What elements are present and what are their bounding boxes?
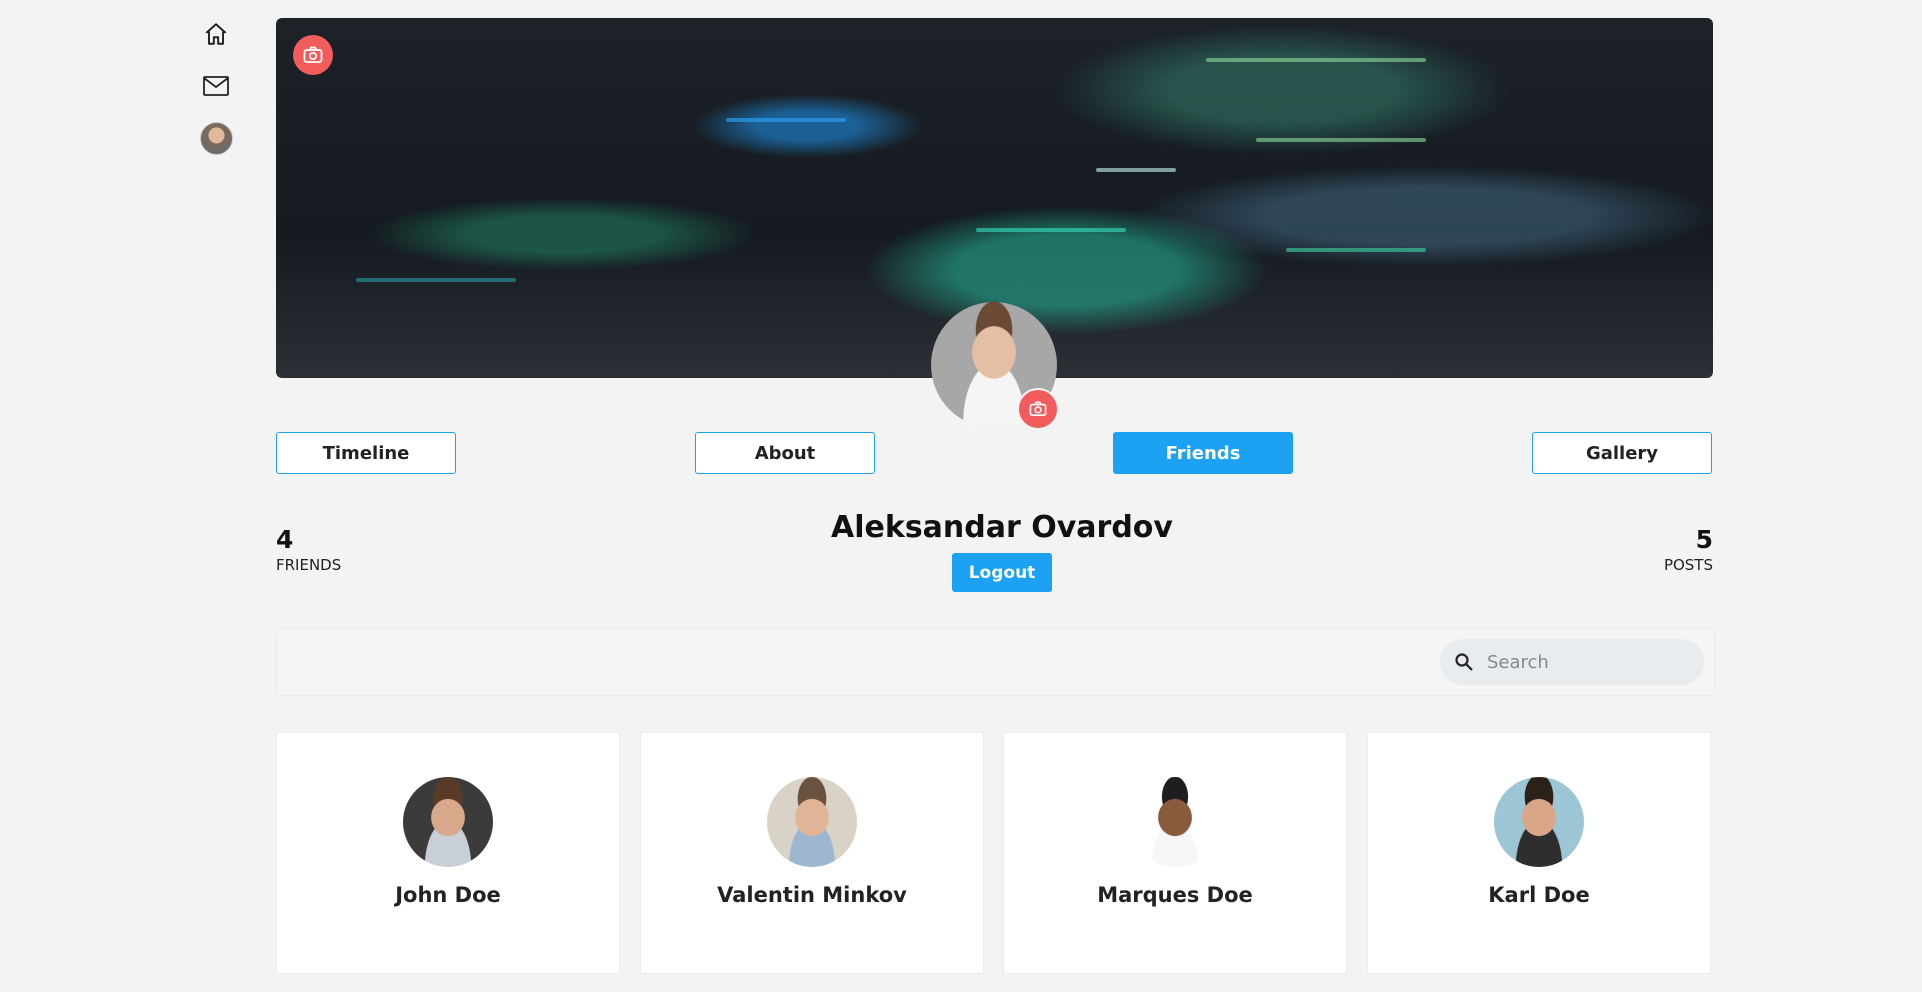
tab-about[interactable]: About: [695, 432, 875, 474]
friend-avatar: [1130, 777, 1220, 867]
tab-gallery[interactable]: Gallery: [1532, 432, 1712, 474]
search-box: [1440, 639, 1704, 685]
friend-card[interactable]: John Doe: [276, 732, 620, 974]
posts-stat: 5 POSTS: [1664, 525, 1713, 575]
friend-card[interactable]: Karl Doe: [1367, 732, 1711, 974]
friends-toolbar: [276, 628, 1715, 696]
friend-name: Valentin Minkov: [717, 883, 907, 907]
friends-count: 4: [276, 525, 294, 554]
friend-name: John Doe: [395, 883, 501, 907]
avatar[interactable]: [199, 122, 233, 155]
profile-picture-container: [931, 302, 1059, 430]
profile-name: Aleksandar Ovardov: [831, 510, 1173, 545]
friend-avatar: [403, 777, 493, 867]
tab-timeline[interactable]: Timeline: [276, 432, 456, 474]
profile-camera-button[interactable]: [1017, 388, 1059, 430]
posts-count: 5: [1695, 525, 1713, 554]
friend-card[interactable]: Marques Doe: [1003, 732, 1347, 974]
friends-stat: 4 FRIENDS: [276, 525, 341, 575]
friend-name: Marques Doe: [1097, 883, 1253, 907]
cover-camera-button[interactable]: [293, 35, 333, 75]
friend-card[interactable]: Valentin Minkov: [640, 732, 984, 974]
friend-avatar: [767, 777, 857, 867]
posts-label: POSTS: [1663, 556, 1713, 574]
home-icon[interactable]: [200, 18, 232, 50]
friend-avatar: [1494, 777, 1584, 867]
search-input[interactable]: [1485, 650, 1689, 674]
mail-icon[interactable]: [200, 70, 232, 102]
friend-name: Karl Doe: [1488, 883, 1590, 907]
tab-friends[interactable]: Friends: [1113, 432, 1293, 474]
friends-label: FRIENDS: [276, 556, 342, 574]
search-icon: [1453, 651, 1475, 673]
sidebar: [196, 18, 236, 155]
logout-button[interactable]: Logout: [952, 553, 1052, 592]
